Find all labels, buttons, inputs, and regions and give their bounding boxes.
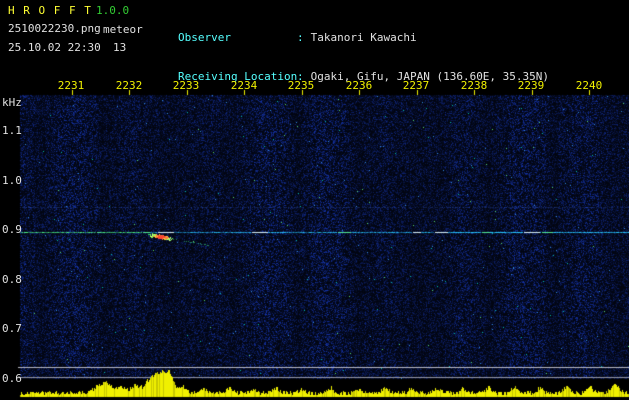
info-value: Takanori Kawachi	[310, 31, 417, 44]
info-label: Observer	[178, 31, 231, 44]
echo-count: 13	[113, 41, 127, 54]
spectrogram-canvas	[0, 76, 629, 400]
freq-tick-label-0-7: 0.7	[2, 322, 22, 335]
freq-tick-label-0-8: 0.8	[2, 273, 22, 286]
freq-tick-label-0-6: 0.6	[2, 372, 22, 385]
time-tick-label-2233: 2233	[172, 79, 200, 92]
observation-datetime: 25.10.02 22:30	[8, 41, 101, 54]
freq-tick-label-1-1: 1.1	[2, 124, 22, 137]
time-tick-label-2236: 2236	[345, 79, 373, 92]
info-colon: :	[297, 31, 304, 44]
freq-tick-label-0-9: 0.9	[2, 223, 22, 236]
time-tick-label-2232: 2232	[115, 79, 143, 92]
info-row-observer: Observer: Takanori Kawachi	[178, 31, 549, 45]
time-tick-label-2240: 2240	[575, 79, 603, 92]
observation-mode-label: meteor	[103, 23, 143, 36]
time-tick-label-2231: 2231	[57, 79, 85, 92]
time-tick-label-2234: 2234	[230, 79, 258, 92]
app-version: 1.0.0	[96, 4, 130, 17]
freq-unit-label: kHz	[2, 96, 22, 109]
time-tick-label-2239: 2239	[517, 79, 545, 92]
time-tick-label-2238: 2238	[460, 79, 488, 92]
time-tick-label-2237: 2237	[402, 79, 430, 92]
app-title: H R O F F T	[8, 4, 92, 17]
output-filename: 2510022230.png	[8, 22, 101, 35]
freq-tick-label-1-0: 1.0	[2, 174, 22, 187]
time-tick-label-2235: 2235	[287, 79, 315, 92]
hrofft-window: H R O F F T 1.0.0 2510022230.png meteor …	[0, 0, 629, 400]
